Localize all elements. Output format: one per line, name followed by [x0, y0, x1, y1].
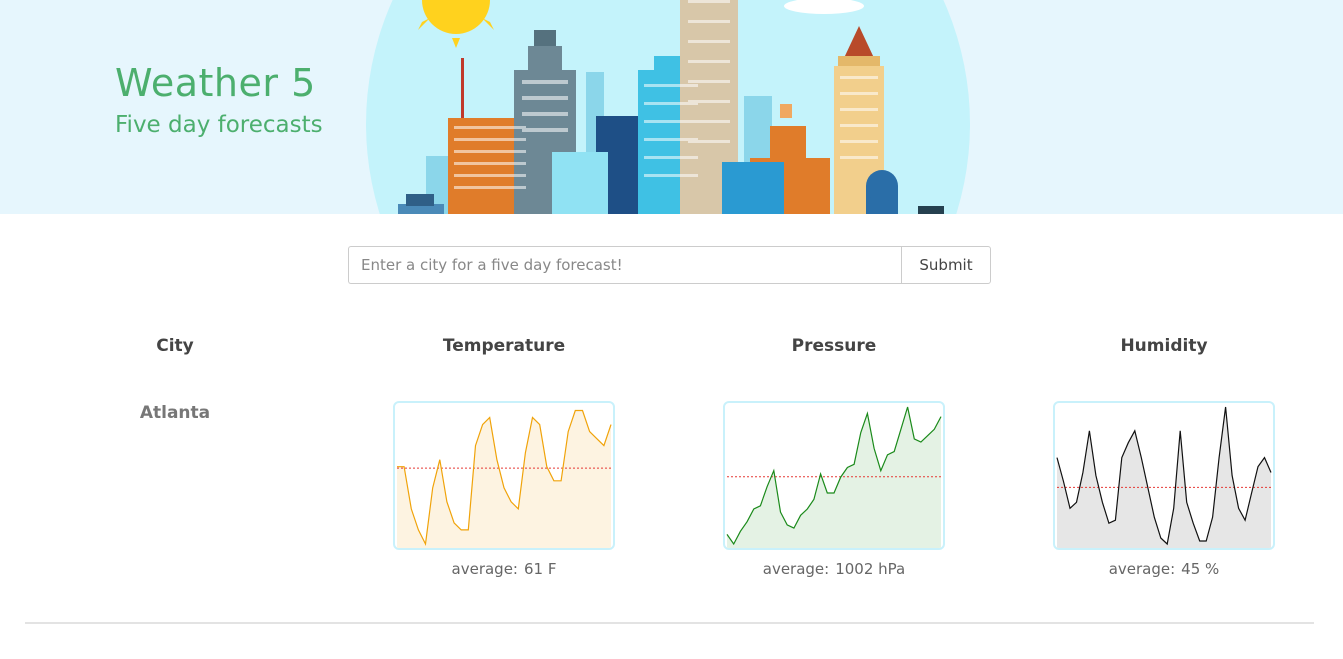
- average-label: average:: [1108, 560, 1176, 578]
- pressure-average: average: 1002 hPa: [723, 560, 945, 578]
- row-divider: [25, 622, 1314, 624]
- city-skyline-illustration: [366, 0, 970, 214]
- average-label: average:: [762, 560, 830, 578]
- series-area: [727, 407, 941, 548]
- average-label: average:: [451, 560, 518, 578]
- submit-button[interactable]: Submit: [901, 246, 991, 284]
- humidity-sparkline: [1053, 401, 1275, 550]
- temperature-sparkline: [393, 401, 615, 550]
- temperature-average: average: 61 F: [393, 560, 615, 578]
- humidity-chart: [1056, 406, 1272, 548]
- average-value: 1002 hPa: [835, 560, 906, 578]
- pressure-sparkline: [723, 401, 945, 550]
- city-search-form: Submit: [348, 246, 991, 284]
- app-subtitle: Five day forecasts: [115, 112, 323, 138]
- column-header-humidity: Humidity: [1120, 336, 1208, 356]
- column-header-city: City: [156, 336, 194, 356]
- city-search-input[interactable]: [348, 246, 901, 284]
- average-value: 61 F: [523, 560, 557, 578]
- average-value: 45 %: [1181, 560, 1220, 578]
- series-area: [397, 410, 611, 548]
- humidity-average: average: 45 %: [1053, 560, 1275, 578]
- city-name: Atlanta: [139, 403, 211, 423]
- pressure-chart: [726, 406, 942, 548]
- temperature-chart: [397, 409, 612, 548]
- column-header-temperature: Temperature: [442, 336, 566, 356]
- header-banner: Weather 5 Five day forecasts: [0, 0, 1343, 214]
- app-title: Weather 5: [115, 61, 316, 105]
- series-area: [1057, 407, 1271, 548]
- brand: Weather 5 Five day forecasts: [115, 60, 323, 140]
- column-header-pressure: Pressure: [791, 336, 877, 356]
